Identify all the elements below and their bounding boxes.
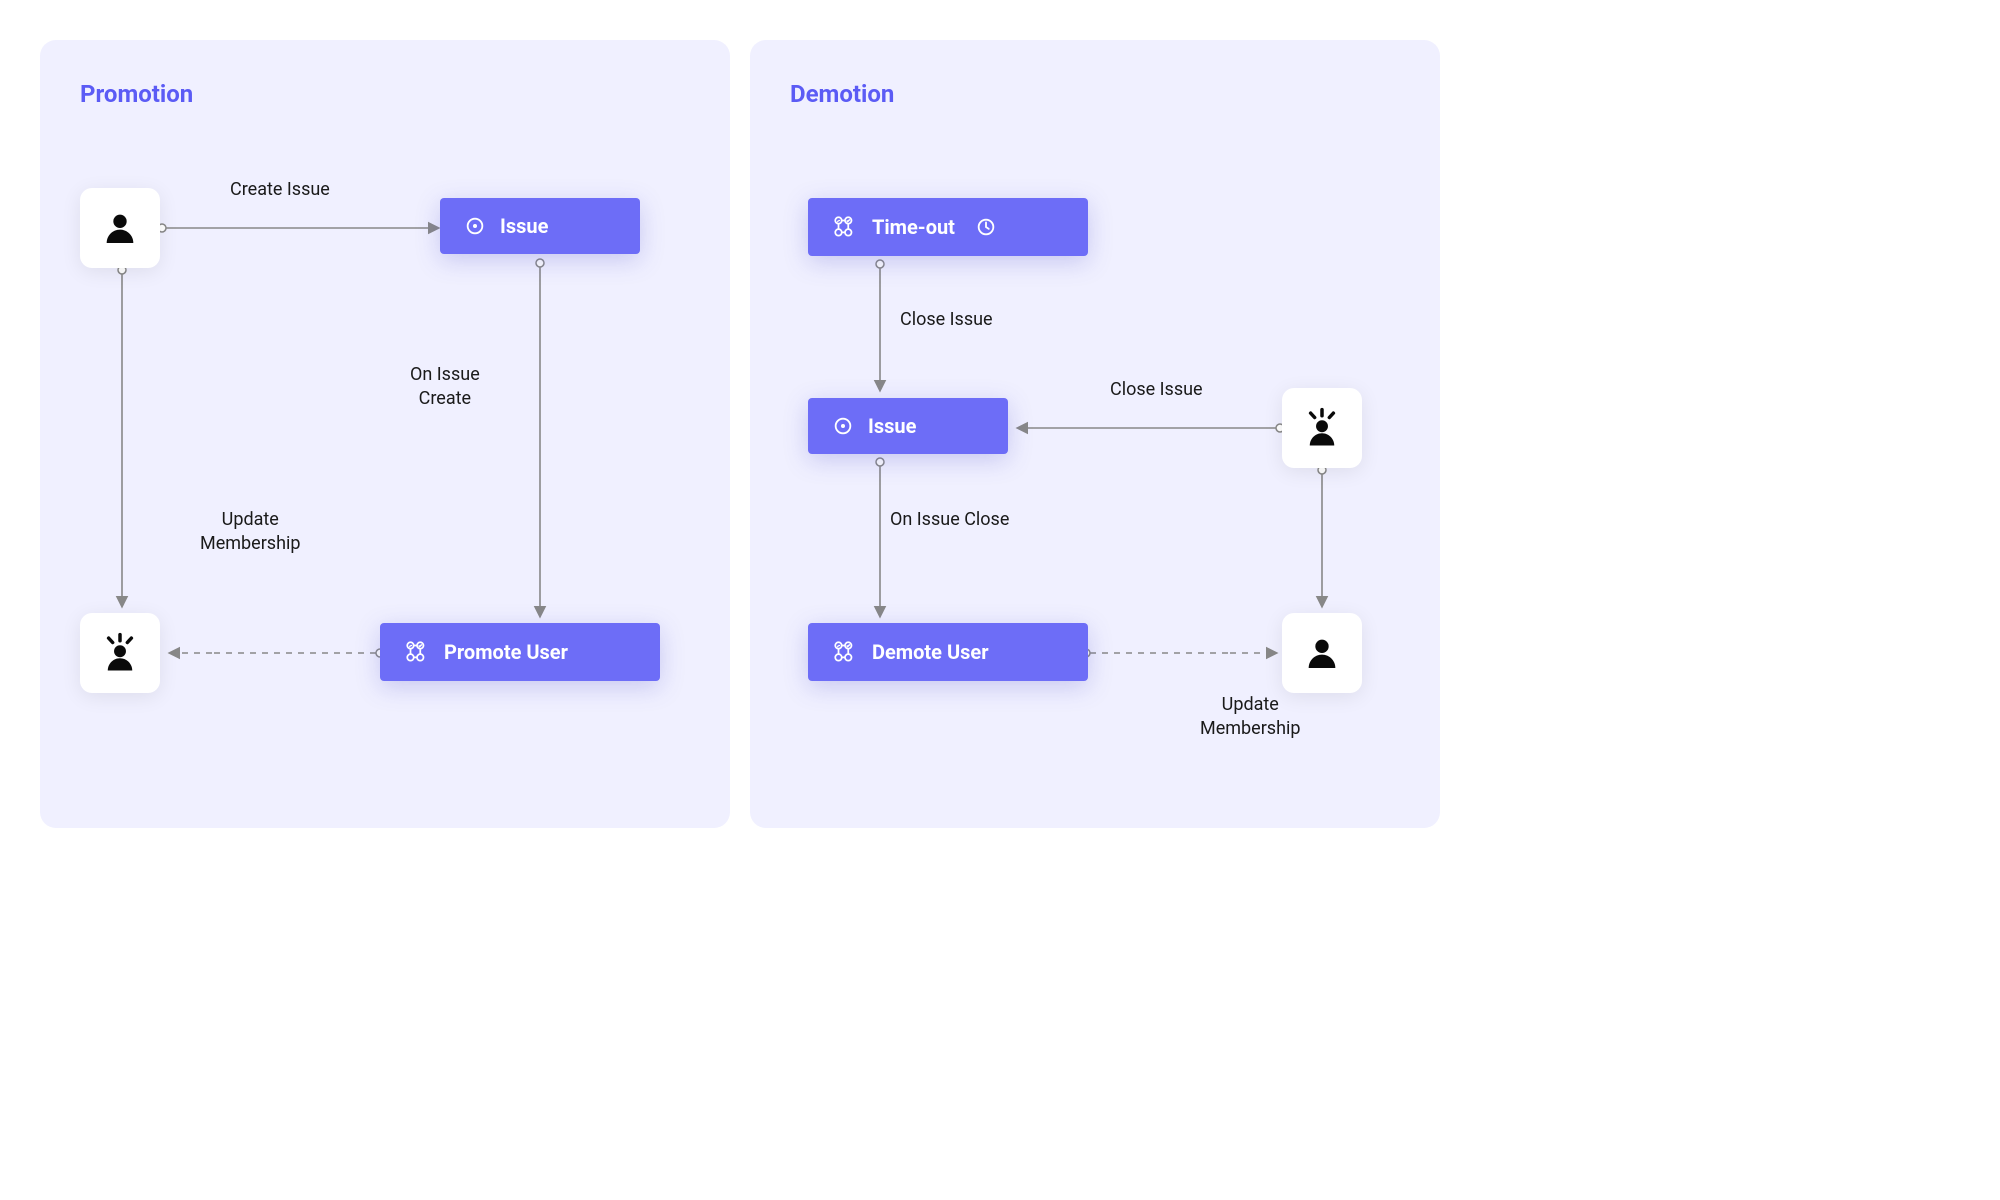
issue-pill: Issue: [440, 198, 640, 254]
diagram-container: Promotion: [40, 40, 1440, 828]
issue-pill-2: Issue: [808, 398, 1008, 454]
promotion-panel: Promotion: [40, 40, 730, 828]
workflow-icon: [832, 639, 858, 665]
demotion-title: Demotion: [790, 80, 1400, 108]
demotion-diagram: Time-out Issue D: [790, 148, 1400, 788]
promotion-diagram: Issue Promote User Create Issue On Issue…: [80, 148, 690, 788]
timeout-label: Time-out: [872, 215, 955, 239]
issue-node-2: Issue: [808, 398, 1008, 454]
workflow-icon: [832, 214, 858, 240]
demote-user-pill: Demote User: [808, 623, 1088, 681]
timeout-node: Time-out: [808, 198, 1088, 256]
issue-label: Issue: [500, 214, 548, 238]
close-issue-label-1: Close Issue: [900, 308, 993, 332]
workflow-icon: [404, 639, 430, 665]
spark-user-icon: [1282, 388, 1362, 468]
issue-label-2: Issue: [868, 414, 916, 438]
promote-user-pill: Promote User: [380, 623, 660, 681]
demotion-panel: Demotion: [750, 40, 1440, 828]
user-node: [80, 188, 160, 268]
promotion-title: Promotion: [80, 80, 690, 108]
spark-user-icon: [80, 613, 160, 693]
promote-user-label: Promote User: [444, 640, 568, 664]
on-issue-close-label: On Issue Close: [890, 508, 1009, 532]
spark-user-node-2: [1282, 388, 1362, 468]
spark-user-node: [80, 613, 160, 693]
target-icon: [832, 415, 854, 437]
update-membership-label-2: Update Membership: [1200, 693, 1301, 742]
demote-user-node: Demote User: [808, 623, 1088, 681]
create-issue-label: Create Issue: [230, 178, 330, 202]
user-node-2: [1282, 613, 1362, 693]
update-membership-label: Update Membership: [200, 508, 301, 557]
issue-node: Issue: [440, 198, 640, 254]
user-icon: [1282, 613, 1362, 693]
timeout-pill: Time-out: [808, 198, 1088, 256]
target-icon: [464, 215, 486, 237]
clock-icon: [975, 216, 997, 238]
demote-user-label: Demote User: [872, 640, 989, 664]
promote-user-node: Promote User: [380, 623, 660, 681]
user-icon: [80, 188, 160, 268]
close-issue-label-2: Close Issue: [1110, 378, 1203, 402]
on-issue-create-label: On Issue Create: [410, 363, 480, 412]
